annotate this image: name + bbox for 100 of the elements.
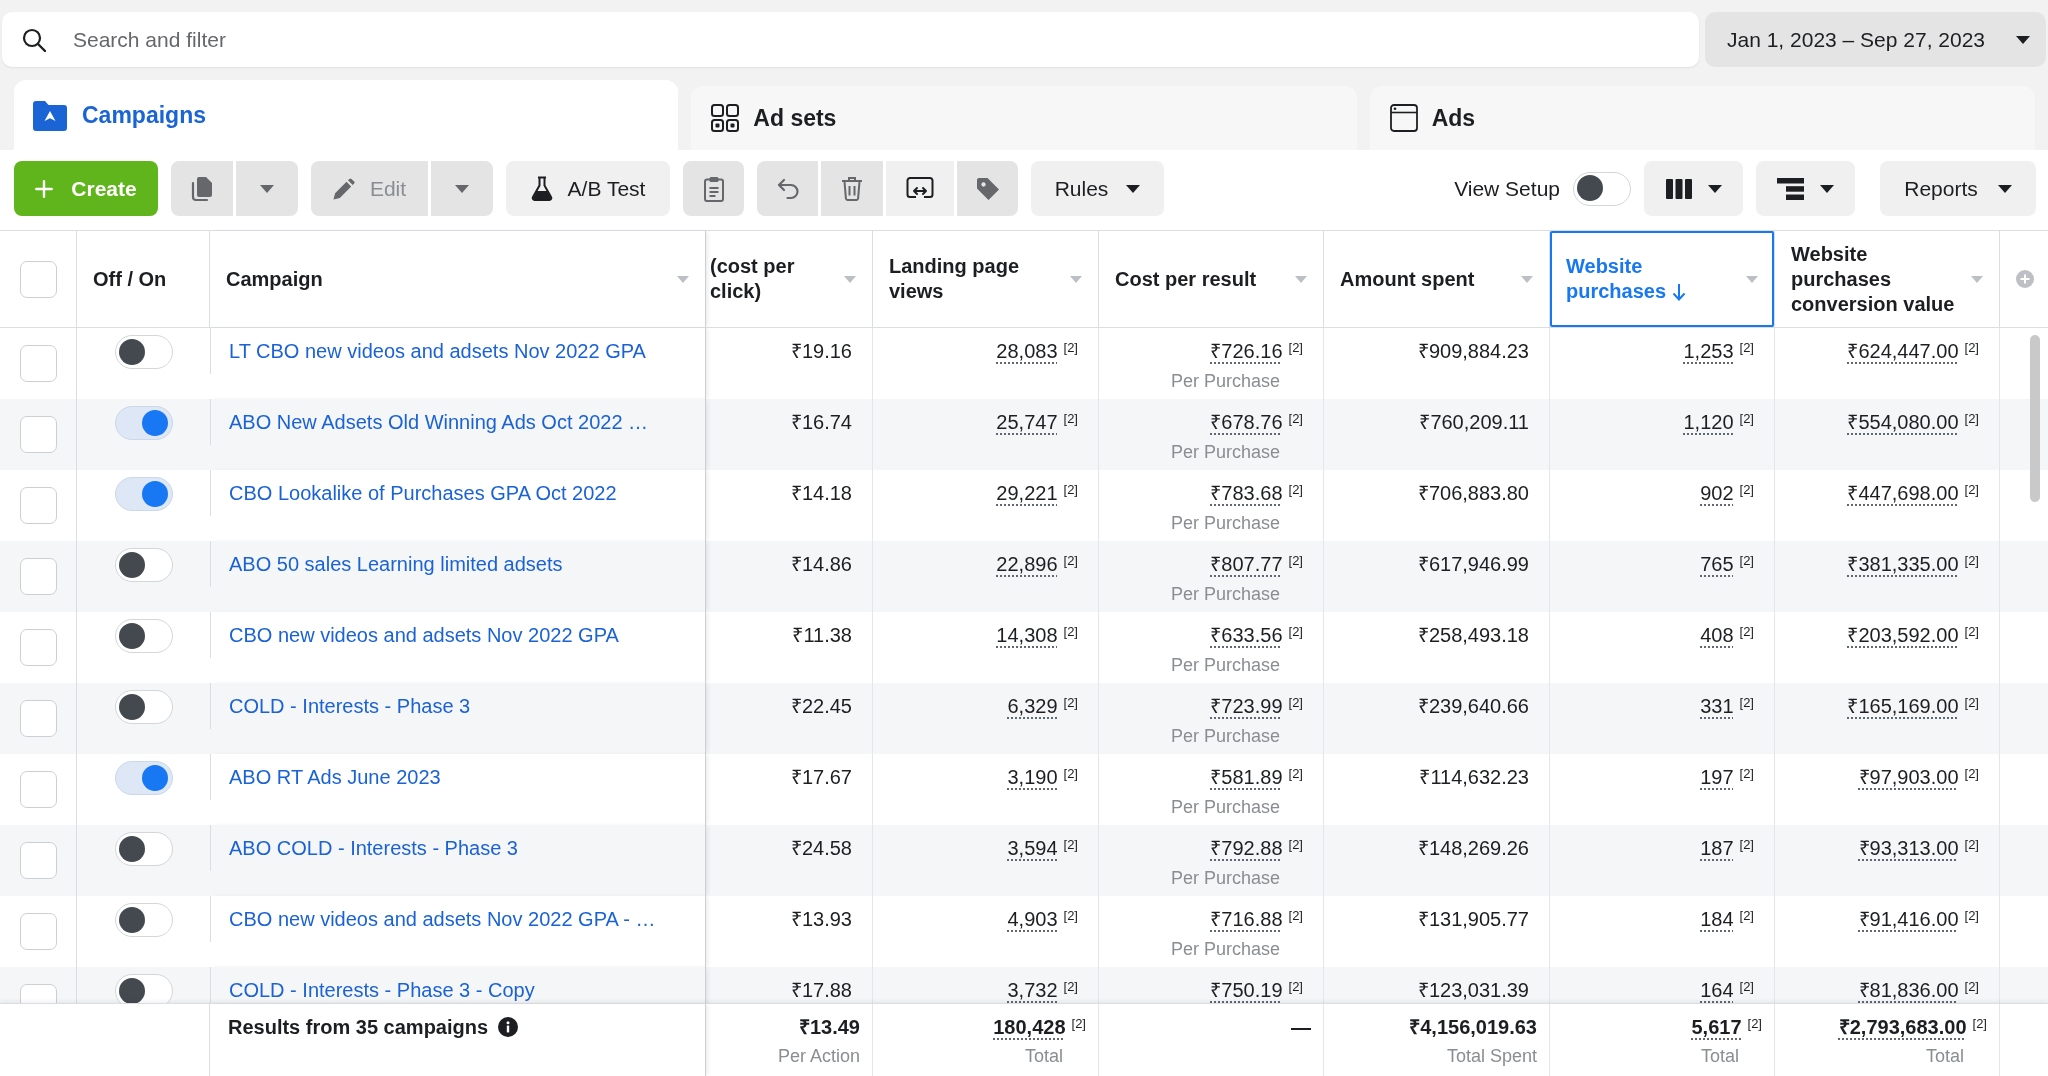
toggle-switch[interactable] (114, 619, 173, 653)
column-header[interactable]: Website purchases (1550, 231, 1775, 327)
plus-icon (35, 179, 54, 198)
footnote-mark: [2] (1063, 766, 1078, 782)
metric-value: ₹131,905.77 (1417, 907, 1529, 931)
search-field[interactable]: Search and filter (2, 12, 1699, 67)
checkbox[interactable] (19, 629, 57, 666)
metric-caption: Per Purchase (1170, 512, 1280, 534)
footnote-mark: [2] (1964, 979, 1979, 995)
summary-value: 5,617 (1691, 1015, 1742, 1039)
swap-arrows-icon (906, 176, 934, 201)
tab[interactable]: Campaigns (14, 80, 679, 150)
campaign-link[interactable]: CBO new videos and adsets Nov 2022 GPA (229, 624, 619, 646)
tab[interactable]: Ad sets (691, 86, 1357, 150)
checkbox[interactable] (19, 771, 57, 808)
campaign-link[interactable]: ABO RT Ads June 2023 (229, 766, 441, 788)
footnote-mark: [2] (1288, 482, 1303, 498)
metric-value: ₹114,632.23 (1419, 765, 1529, 789)
summary-caption: Total (1024, 1046, 1063, 1066)
campaign-link[interactable]: COLD - Interests - Phase 3 - Copy (229, 979, 535, 1001)
campaign-link[interactable]: CBO new videos and adsets Nov 2022 GPA - … (229, 908, 656, 930)
toggle-switch[interactable] (1573, 171, 1631, 206)
search-icon (22, 28, 46, 52)
caret-icon[interactable] (844, 275, 856, 283)
caret-icon[interactable] (1295, 275, 1307, 283)
checkbox[interactable] (19, 913, 57, 950)
summary-label: Results from 35 campaigns (228, 1015, 489, 1039)
metric-value: 4,903 (1007, 907, 1058, 931)
checkbox[interactable] (19, 558, 57, 595)
scrollbar-thumb[interactable] (2030, 335, 2040, 502)
campaign-link[interactable]: ABO COLD - Interests - Phase 3 (229, 837, 518, 859)
campaign-link[interactable]: ABO 50 sales Learning limited adsets (229, 553, 563, 575)
metric-value: 29,221 (996, 481, 1058, 505)
column-header[interactable]: Campaign (210, 231, 706, 327)
metric-value: ₹97,903.00 (1858, 765, 1959, 789)
undo-icon (776, 177, 799, 200)
footnote-mark: [2] (1739, 695, 1754, 711)
info-icon[interactable] (498, 1017, 519, 1037)
metric-value: ₹24.58 (790, 836, 852, 860)
toggle-switch[interactable] (114, 548, 173, 582)
metric-value: ₹678.76 (1210, 410, 1283, 434)
campaign-link[interactable]: LT CBO new videos and adsets Nov 2022 GPA (229, 340, 646, 362)
caret-icon[interactable] (1521, 275, 1533, 283)
checkbox[interactable] (19, 700, 57, 737)
metric-value: ₹19.16 (790, 339, 852, 363)
campaign-link[interactable]: ABO New Adsets Old Winning Ads Oct 2022 … (229, 411, 649, 433)
summary-value: ₹13.49 (798, 1015, 860, 1039)
checkbox[interactable] (19, 260, 57, 298)
caret-icon (1997, 184, 2012, 193)
campaign-link[interactable]: CBO Lookalike of Purchases GPA Oct 2022 (229, 482, 617, 504)
footnote-mark: [2] (1063, 837, 1078, 853)
footnote-mark: [2] (1964, 766, 1979, 782)
checkbox[interactable] (19, 345, 57, 382)
metric-caption: Per Purchase (1170, 938, 1280, 960)
toggle-switch[interactable] (114, 690, 173, 724)
metric-caption: Per Purchase (1170, 867, 1280, 889)
rules-button[interactable]: Rules (1031, 161, 1164, 216)
checkbox[interactable] (19, 416, 57, 453)
caret-icon[interactable] (1971, 275, 1983, 283)
toggle-switch[interactable] (114, 477, 173, 511)
footnote-mark: [2] (1288, 908, 1303, 924)
toggle-switch[interactable] (114, 974, 173, 1003)
reports-button[interactable]: Reports (1880, 161, 2036, 216)
metric-value: 1,120 (1683, 410, 1734, 434)
campaign-link[interactable]: COLD - Interests - Phase 3 (229, 695, 471, 717)
caret-icon[interactable] (677, 275, 689, 283)
caret-icon[interactable] (1746, 275, 1758, 283)
footnote-mark: [2] (1739, 482, 1754, 498)
plus-circle-icon[interactable] (2016, 270, 2034, 288)
toggle-switch[interactable] (114, 335, 173, 369)
metric-value: ₹726.16 (1210, 339, 1283, 363)
column-title: Cost per result (1115, 267, 1257, 290)
caret-icon[interactable] (1070, 275, 1082, 283)
metric-value: ₹760,209.11 (1419, 410, 1529, 434)
metric-value: ₹17.88 (790, 978, 852, 1002)
footnote-mark: [2] (1288, 553, 1303, 569)
footnote-mark: [2] (1964, 908, 1979, 924)
date-range-button[interactable]: Jan 1, 2023 – Sep 27, 2023 (1705, 12, 2046, 67)
columns-button[interactable] (1644, 161, 1743, 216)
swap-button[interactable] (886, 161, 954, 216)
metric-value: 765 (1700, 552, 1734, 576)
metric-value: ₹123,031.39 (1417, 978, 1529, 1002)
toggle-switch[interactable] (114, 903, 173, 937)
footnote-mark: [2] (1972, 1016, 1987, 1032)
metric-value: ₹17.67 (790, 765, 852, 789)
caret-icon (455, 184, 469, 193)
trash-icon (841, 176, 863, 201)
caret-icon (1820, 184, 1834, 193)
checkbox[interactable] (19, 842, 57, 879)
footnote-mark: [2] (1071, 1016, 1086, 1032)
footnote-mark: [2] (1288, 411, 1303, 427)
tab[interactable]: Ads (1369, 86, 2035, 150)
toggle-switch[interactable] (114, 761, 173, 795)
ab-test-button[interactable]: A/B Test (506, 161, 670, 216)
toggle-switch[interactable] (114, 406, 173, 440)
toggle-switch[interactable] (114, 832, 173, 866)
checkbox[interactable] (19, 487, 57, 524)
metric-value: ₹624,447.00 (1847, 339, 1959, 363)
metric-caption: Per Purchase (1170, 441, 1280, 463)
breakdown-button[interactable] (1756, 161, 1855, 216)
